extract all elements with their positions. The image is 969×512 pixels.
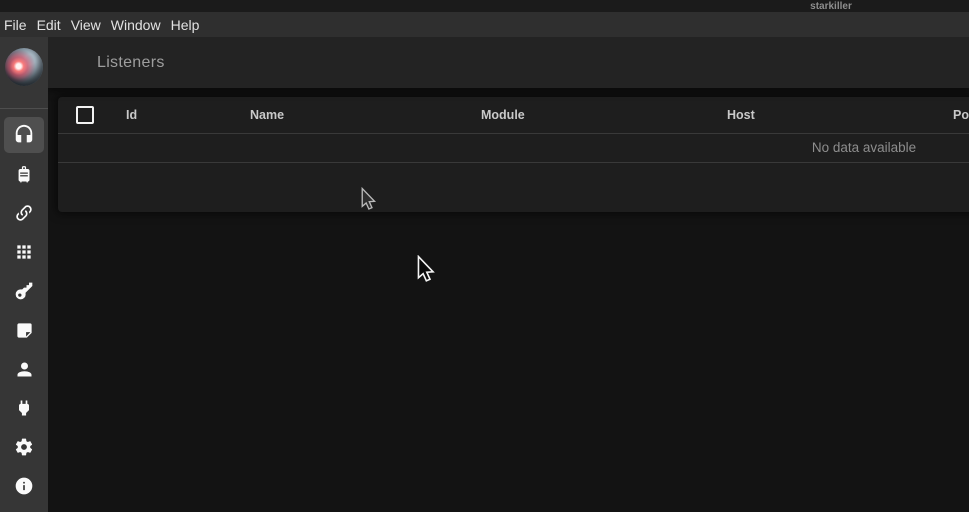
sidebar-item-listeners[interactable]	[4, 117, 44, 153]
menu-file[interactable]: File	[4, 17, 27, 33]
column-header-name[interactable]: Name	[250, 97, 284, 133]
menu-help[interactable]: Help	[171, 17, 200, 33]
sidebar-item-users[interactable]	[4, 351, 44, 387]
column-header-id[interactable]: Id	[126, 97, 137, 133]
table-footer	[58, 163, 969, 213]
main-content: Listeners Id Name Module Host Port No da…	[48, 37, 969, 512]
sidebar-item-about[interactable]	[4, 468, 44, 504]
sidebar-item-settings[interactable]	[4, 429, 44, 465]
menu-edit[interactable]: Edit	[37, 17, 61, 33]
empty-table-message: No data available	[58, 134, 969, 163]
app-body: Listeners Id Name Module Host Port No da…	[0, 37, 969, 512]
os-titlebar: starkiller	[0, 0, 969, 12]
sidebar-item-credentials[interactable]	[4, 273, 44, 309]
sidebar-item-plugins[interactable]	[4, 390, 44, 426]
menubar: File Edit View Window Help	[0, 12, 969, 37]
sidebar-item-stagers[interactable]	[4, 156, 44, 192]
page-title: Listeners	[97, 54, 165, 72]
sidebar-item-agents[interactable]	[4, 195, 44, 231]
user-icon	[14, 359, 35, 380]
column-header-host[interactable]: Host	[727, 97, 755, 133]
sidebar-item-modules[interactable]	[4, 234, 44, 270]
apps-grid-icon	[14, 242, 34, 262]
menu-window[interactable]: Window	[111, 17, 161, 33]
key-icon	[14, 281, 34, 301]
sidebar-item-reporting[interactable]	[4, 312, 44, 348]
plug-icon	[14, 398, 34, 418]
sidebar-divider	[0, 108, 48, 109]
gear-icon	[14, 437, 34, 457]
headset-icon	[13, 124, 35, 146]
menu-view[interactable]: View	[71, 17, 101, 33]
starkiller-logo	[5, 48, 43, 86]
sidebar-nav	[4, 117, 44, 504]
column-header-port[interactable]: Port	[953, 97, 969, 133]
page-toolbar: Listeners	[48, 37, 969, 88]
link-icon	[14, 203, 34, 223]
table-header-row: Id Name Module Host Port	[58, 97, 969, 134]
sidebar	[0, 37, 48, 512]
select-all-checkbox[interactable]	[76, 106, 94, 124]
note-icon	[15, 321, 34, 340]
luggage-icon	[14, 164, 34, 184]
listeners-table: Id Name Module Host Port No data availab…	[58, 97, 969, 212]
starkiller-window: { "window": { "title": "starkiller" }, "…	[0, 0, 969, 512]
info-icon	[14, 476, 34, 496]
column-header-module[interactable]: Module	[481, 97, 525, 133]
